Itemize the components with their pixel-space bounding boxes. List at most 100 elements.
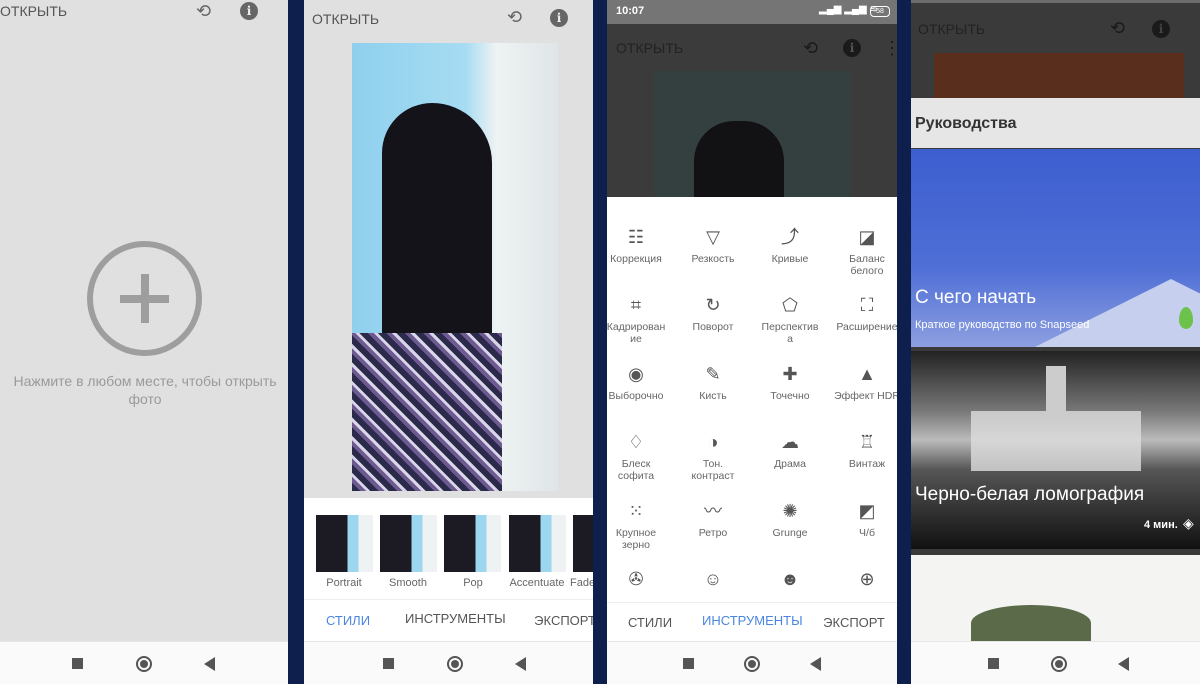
healing-icon: ✚ <box>782 364 798 384</box>
tool-black-white[interactable]: ◩ Ч/б <box>828 499 897 539</box>
info-icon[interactable]: i <box>550 9 568 27</box>
tool-rotate[interactable]: ↻ Поворот <box>674 293 752 333</box>
expand-icon: ⛶ <box>860 295 874 315</box>
white-balance-icon: ◪ <box>858 227 876 247</box>
tool-crop[interactable]: ⌗ Кадрирован ие <box>607 293 675 345</box>
style-thumb-smooth[interactable] <box>380 515 437 572</box>
card-title: Черно-белая ломография <box>915 484 1145 505</box>
tab-export[interactable]: ЭКСПОРТ <box>804 615 897 630</box>
layers-rotate-icon[interactable]: ⟲ <box>507 7 522 28</box>
tool-tune[interactable]: ☷ Коррекция <box>607 225 675 265</box>
tutorial-card-getting-started[interactable]: С чего начать Краткое руководство по Sna… <box>911 149 1200 347</box>
style-label: Portrait <box>326 577 362 589</box>
tool-brush[interactable]: ✎ Кисть <box>674 362 752 402</box>
tool-mustache[interactable]: 〰 Ретро <box>674 499 752 539</box>
tool-label: Перспектив а <box>761 321 819 345</box>
tool-expand[interactable]: ⛶ Расширение <box>828 293 897 333</box>
tool-label: Кадрирован ие <box>607 321 666 345</box>
tool-healing[interactable]: ✚ Точечно <box>751 362 829 402</box>
tool-label: Тон. контраст <box>691 458 735 482</box>
more-vert-icon[interactable]: ⋮ <box>282 0 288 21</box>
home-button[interactable] <box>744 656 760 672</box>
open-button[interactable]: ОТКРЫТЬ <box>616 40 683 56</box>
open-button[interactable]: ОТКРЫТЬ <box>312 11 379 27</box>
style-label: Fade <box>570 577 593 589</box>
tool-triangle[interactable]: ▽ Резкость <box>674 225 752 265</box>
tool-tonal-contrast[interactable]: ◑ Тон. контраст <box>674 430 752 482</box>
tool-label: Точечно <box>770 390 810 402</box>
back-button[interactable] <box>810 657 821 671</box>
recents-button[interactable] <box>683 658 694 669</box>
tool-face[interactable]: ☺ <box>674 567 752 595</box>
more-vert-icon[interactable]: ⋮ <box>883 38 897 59</box>
glamour-glow-icon: ♢ <box>627 432 645 452</box>
style-thumb-pop[interactable] <box>444 515 501 572</box>
layers-rotate-icon[interactable]: ⟲ <box>196 1 211 22</box>
curves-icon: ⤴ <box>781 227 799 247</box>
style-thumb-portrait[interactable] <box>316 515 373 572</box>
info-icon[interactable]: i <box>1152 20 1170 38</box>
recents-button[interactable] <box>383 658 394 669</box>
home-button[interactable] <box>447 656 463 672</box>
photo-preview-dimmed <box>934 53 1184 98</box>
photo-preview <box>352 43 558 491</box>
tool-label: Блеск софита <box>617 458 655 482</box>
tune-icon: ☷ <box>627 227 645 247</box>
info-icon[interactable]: i <box>843 39 861 57</box>
tool-label: Баланс белого <box>849 253 885 277</box>
tool-drama-cloud[interactable]: ☁ Драма <box>751 430 829 470</box>
tutorial-card-bw-lomo[interactable]: Черно-белая ломография 4 мин. ◈ <box>911 351 1200 549</box>
style-thumb-accentuate[interactable] <box>509 515 566 572</box>
tab-export[interactable]: ЭКСПОРТ <box>515 613 593 628</box>
open-button[interactable]: ОТКРЫТЬ <box>0 3 67 19</box>
back-button[interactable] <box>515 657 526 671</box>
card-duration: 4 мин. <box>1144 519 1178 531</box>
tool-perspective[interactable]: ⬠ Перспектив а <box>751 293 829 345</box>
rotate-icon: ↻ <box>705 295 721 315</box>
style-thumb-fade[interactable] <box>573 515 593 572</box>
tool-curves[interactable]: ⤴ Кривые <box>751 225 829 265</box>
tab-tools[interactable]: ИНСТРУМЕНТЫ <box>405 611 505 627</box>
tab-tools[interactable]: ИНСТРУМЕНТЫ <box>702 613 802 629</box>
hdr-mountains-icon: ▲ <box>858 364 876 384</box>
android-nav-bar <box>607 641 897 684</box>
tool-vintage-lamp[interactable]: ♖ Винтаж <box>828 430 897 470</box>
open-button[interactable]: ОТКРЫТЬ <box>918 21 985 37</box>
tool-label: Выборочно <box>608 390 664 402</box>
tool-film-reel[interactable]: ✇ <box>607 567 675 595</box>
tool-label: Grunge <box>772 527 808 539</box>
tool-glamour-glow[interactable]: ♢ Блеск софита <box>607 430 675 482</box>
status-time: 10:07 <box>616 5 645 17</box>
android-nav-bar <box>0 641 288 684</box>
layers-icon: ◈ <box>1183 515 1194 531</box>
back-button[interactable] <box>1118 657 1129 671</box>
home-button[interactable] <box>136 656 152 672</box>
add-circle-icon[interactable] <box>87 241 202 356</box>
selective-icon: ◉ <box>628 364 644 384</box>
lens-blur-icon: ⊕ <box>859 569 875 589</box>
info-icon[interactable]: i <box>240 2 258 20</box>
home-button[interactable] <box>1051 656 1067 672</box>
tab-styles[interactable]: СТИЛИ <box>607 615 700 630</box>
open-photo-hint: Нажмите в любом месте, чтобы открыть фот… <box>13 373 277 407</box>
layers-rotate-icon[interactable]: ⟲ <box>1110 18 1125 39</box>
drama-cloud-icon: ☁ <box>781 432 799 452</box>
tool-white-balance[interactable]: ◪ Баланс белого <box>828 225 897 277</box>
battery-icon: 58 <box>870 6 890 17</box>
tool-grainy-film[interactable]: ⁙ Крупное зерно <box>607 499 675 551</box>
tool-label: Кривые <box>771 253 809 265</box>
tool-hdr-mountains[interactable]: ▲ Эффект HDR <box>828 362 897 402</box>
tool-selective[interactable]: ◉ Выборочно <box>607 362 675 402</box>
panel-empty-editor[interactable]: ОТКРЫТЬ ⟲ i ⋮ Нажмите в любом месте, что… <box>0 0 288 684</box>
recents-button[interactable] <box>988 658 999 669</box>
tool-grunge[interactable]: ✺ Grunge <box>751 499 829 539</box>
layers-rotate-icon[interactable]: ⟲ <box>803 38 818 59</box>
tutorial-card-tree[interactable] <box>911 555 1200 641</box>
back-button[interactable] <box>204 657 215 671</box>
tool-face-pose[interactable]: ☻ <box>751 567 829 595</box>
tool-label: Резкость <box>691 253 735 265</box>
tab-styles[interactable]: СТИЛИ <box>304 613 398 628</box>
recents-button[interactable] <box>72 658 83 669</box>
tool-lens-blur[interactable]: ⊕ <box>828 567 897 595</box>
style-label: Accentuate <box>509 577 565 589</box>
